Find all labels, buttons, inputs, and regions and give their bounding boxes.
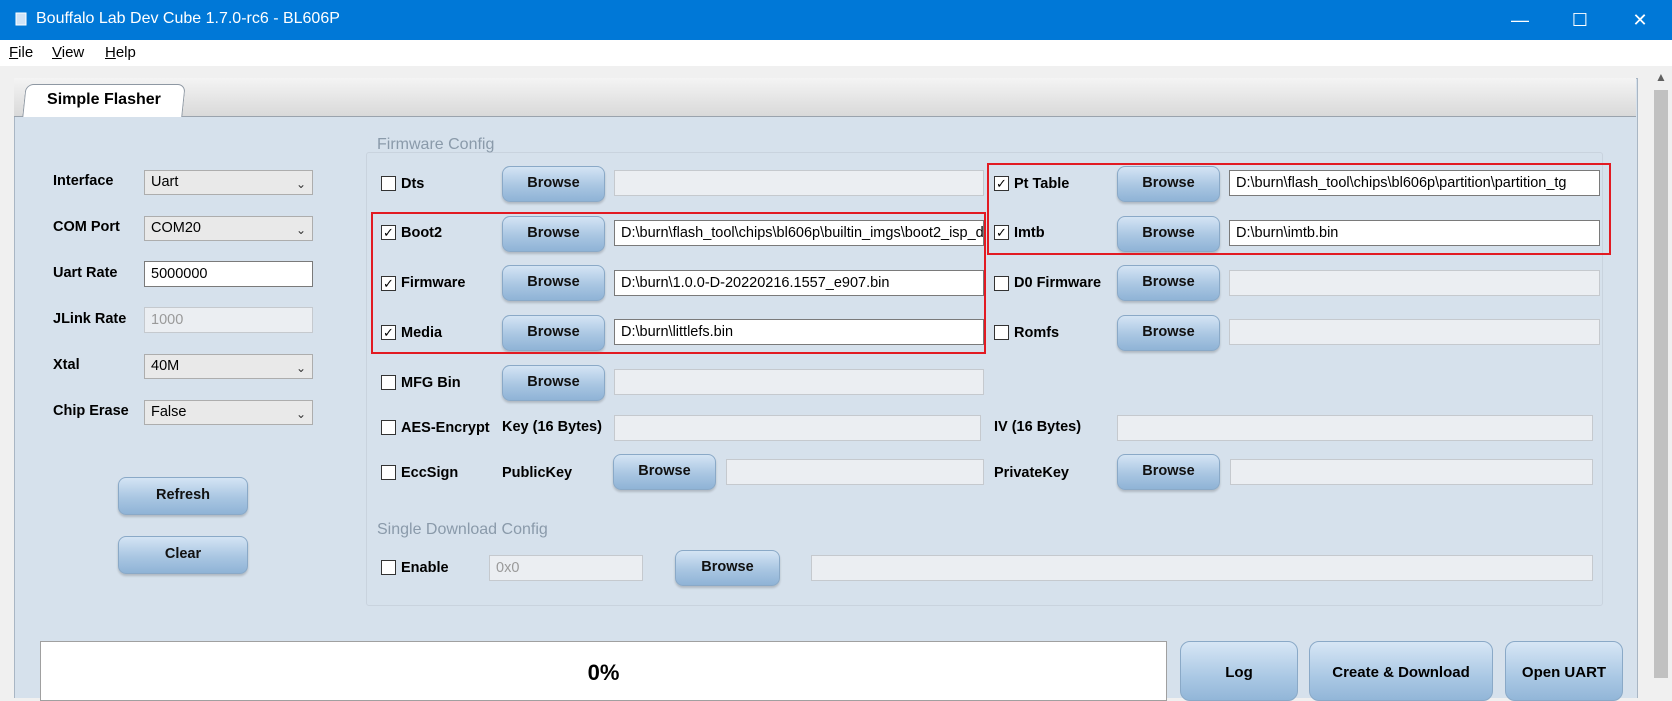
menu-bar: File View Help — [0, 40, 1672, 66]
dts-browse-button[interactable]: Browse — [502, 166, 605, 202]
single-download-title: Single Download Config — [377, 521, 548, 538]
romfs-label: Romfs — [1014, 325, 1060, 341]
aes-key-label: Key (16 Bytes) — [502, 419, 602, 435]
maximize-icon[interactable]: ☐ — [1550, 0, 1610, 40]
aes-iv-field — [1117, 415, 1593, 441]
private-key-browse-button[interactable]: Browse — [1117, 454, 1220, 490]
chip-erase-label: Chip Erase — [53, 403, 129, 419]
create-download-button[interactable]: Create & Download — [1309, 641, 1493, 701]
chevron-down-icon: ⌄ — [295, 223, 306, 237]
public-key-browse-button[interactable]: Browse — [613, 454, 716, 490]
close-icon[interactable]: ✕ — [1610, 0, 1670, 40]
public-key-label: PublicKey — [502, 465, 573, 481]
interface-value: Uart — [151, 174, 179, 190]
romfs-path-field — [1229, 319, 1600, 345]
enable-label: Enable — [401, 560, 449, 576]
interface-label: Interface — [53, 173, 114, 189]
chevron-down-icon: ⌄ — [295, 407, 306, 421]
chip-erase-value: False — [151, 404, 187, 420]
minimize-icon[interactable]: — — [1490, 0, 1550, 40]
tab-simple-flasher[interactable]: Simple Flasher — [22, 84, 186, 117]
eccsign-checkbox[interactable] — [381, 465, 396, 480]
xtal-label: Xtal — [53, 357, 80, 373]
com-port-select[interactable]: COM20 ⌄ — [144, 216, 313, 241]
refresh-button[interactable]: Refresh — [118, 477, 248, 515]
highlight-box-right — [987, 163, 1611, 255]
d0-firmware-path-field — [1229, 270, 1600, 296]
dts-path-field — [614, 170, 984, 196]
uart-rate-input[interactable]: 5000000 — [144, 261, 313, 287]
menu-help[interactable]: Help — [105, 44, 136, 61]
clear-button[interactable]: Clear — [118, 536, 248, 574]
romfs-checkbox[interactable] — [994, 325, 1009, 340]
single-download-address-field: 0x0 — [489, 555, 643, 581]
open-uart-button[interactable]: Open UART — [1505, 641, 1623, 701]
dts-checkbox[interactable] — [381, 176, 396, 191]
app-icon — [15, 12, 27, 26]
firmware-config-title: Firmware Config — [377, 136, 495, 153]
d0-firmware-checkbox[interactable] — [994, 276, 1009, 291]
vertical-scrollbar[interactable]: ▲ — [1650, 66, 1672, 697]
mfg-bin-path-field — [614, 369, 984, 395]
chevron-down-icon: ⌄ — [295, 361, 306, 375]
aes-encrypt-checkbox[interactable] — [381, 420, 396, 435]
chevron-up-icon[interactable]: ▲ — [1655, 70, 1667, 84]
aes-iv-label: IV (16 Bytes) — [994, 419, 1082, 435]
com-port-label: COM Port — [53, 219, 120, 235]
title-bar: Bouffalo Lab Dev Cube 1.7.0-rc6 - BL606P… — [0, 0, 1672, 40]
eccsign-label: EccSign — [401, 465, 459, 481]
window-title: Bouffalo Lab Dev Cube 1.7.0-rc6 - BL606P — [36, 10, 340, 27]
aes-key-field — [614, 415, 981, 441]
private-key-field — [1230, 459, 1593, 485]
com-port-value: COM20 — [151, 220, 201, 236]
jlink-rate-label: JLink Rate — [53, 311, 127, 327]
enable-checkbox[interactable] — [381, 560, 396, 575]
dts-label: Dts — [401, 176, 425, 192]
mfg-bin-browse-button[interactable]: Browse — [502, 365, 605, 401]
private-key-label: PrivateKey — [994, 465, 1069, 481]
chip-erase-select[interactable]: False ⌄ — [144, 400, 313, 425]
aes-encrypt-label: AES-Encrypt — [401, 420, 490, 436]
progress-bar: 0% — [40, 641, 1167, 701]
xtal-value: 40M — [151, 358, 180, 374]
scrollbar-thumb[interactable] — [1654, 90, 1668, 678]
d0-firmware-browse-button[interactable]: Browse — [1117, 265, 1220, 301]
highlight-box-left — [371, 212, 986, 354]
interface-select[interactable]: Uart ⌄ — [144, 170, 313, 195]
mfg-bin-label: MFG Bin — [401, 375, 461, 391]
single-download-browse-button[interactable]: Browse — [675, 550, 780, 586]
menu-view[interactable]: View — [52, 44, 84, 61]
tab-strip — [14, 78, 1636, 117]
romfs-browse-button[interactable]: Browse — [1117, 315, 1220, 351]
progress-percent: 0% — [587, 660, 620, 685]
d0-firmware-label: D0 Firmware — [1014, 275, 1102, 291]
jlink-rate-input: 1000 — [144, 307, 313, 333]
mfg-bin-checkbox[interactable] — [381, 375, 396, 390]
single-download-path-field — [811, 555, 1593, 581]
menu-file[interactable]: File — [9, 44, 33, 61]
xtal-select[interactable]: 40M ⌄ — [144, 354, 313, 379]
log-button[interactable]: Log — [1180, 641, 1298, 701]
uart-rate-label: Uart Rate — [53, 265, 118, 281]
chevron-down-icon: ⌄ — [295, 177, 306, 191]
public-key-field — [726, 459, 984, 485]
